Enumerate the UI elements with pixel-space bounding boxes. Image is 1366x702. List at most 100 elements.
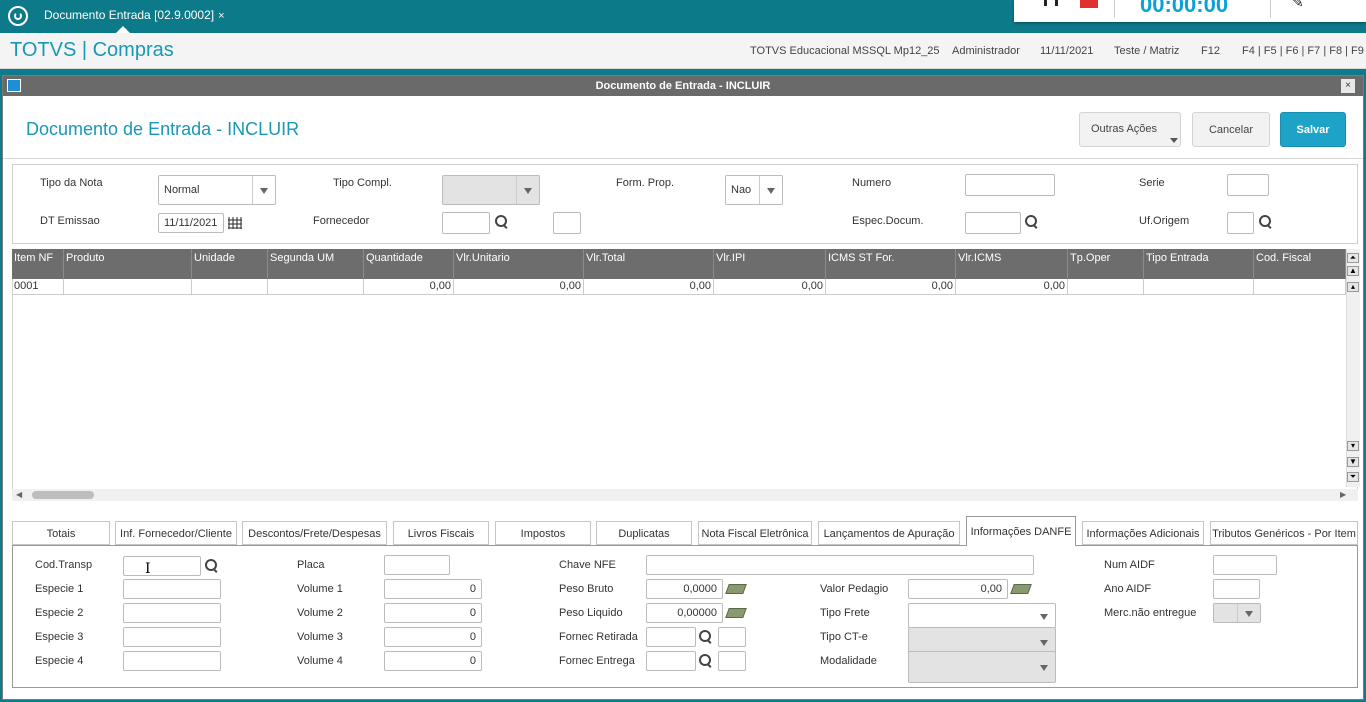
- volume-2-input[interactable]: 0: [384, 603, 482, 623]
- search-icon[interactable]: [1025, 215, 1039, 229]
- search-icon[interactable]: [699, 630, 713, 644]
- tab-totais[interactable]: Totais: [12, 521, 110, 545]
- merc-nao-entregue-select[interactable]: [1213, 603, 1261, 623]
- search-icon[interactable]: [1259, 215, 1273, 229]
- scroll-page-up-icon[interactable]: ▲: [1347, 266, 1359, 276]
- form-prop-select[interactable]: Nao: [725, 175, 783, 205]
- modalidade-select[interactable]: [908, 651, 1056, 683]
- tab-informacoes-danfe[interactable]: Informações DANFE: [966, 516, 1076, 546]
- scroll-top-icon[interactable]: ⏶: [1347, 253, 1359, 263]
- grid-cell[interactable]: 0,00: [454, 279, 584, 295]
- grid-cell[interactable]: 0,00: [364, 279, 454, 295]
- grid-cell[interactable]: 0001: [12, 279, 64, 295]
- totvs-logo-icon[interactable]: [8, 6, 28, 26]
- chave-nfe-input[interactable]: [646, 555, 1034, 575]
- grid-column-header[interactable]: Vlr.ICMS: [956, 249, 1068, 279]
- money-icon[interactable]: [725, 608, 747, 618]
- especie-4-input[interactable]: [123, 651, 221, 671]
- search-icon[interactable]: [205, 559, 219, 573]
- fornec-retirada-loja-input[interactable]: [718, 627, 746, 647]
- tab-tributos-genericos[interactable]: Tributos Genéricos - Por Item: [1210, 521, 1358, 545]
- grid-column-header[interactable]: Produto: [64, 249, 192, 279]
- valor-pedagio-input[interactable]: 0,00: [908, 579, 1008, 599]
- grid-cell[interactable]: [1254, 279, 1346, 295]
- more-actions-button[interactable]: Outras Ações: [1079, 112, 1181, 147]
- grid-cell[interactable]: 0,00: [714, 279, 826, 295]
- grid-cell[interactable]: [64, 279, 192, 295]
- tipo-frete-select[interactable]: [908, 603, 1056, 628]
- pause-icon[interactable]: [1044, 0, 1058, 6]
- especie-2-input[interactable]: [123, 603, 221, 623]
- scroll-up-icon[interactable]: ▴: [1347, 282, 1359, 292]
- help-key[interactable]: F12: [1201, 45, 1220, 57]
- placa-input[interactable]: [384, 555, 450, 575]
- tab-nota-fiscal-eletronica[interactable]: Nota Fiscal Eletrônica: [698, 521, 812, 545]
- scroll-left-icon[interactable]: ◀: [16, 490, 22, 499]
- scroll-right-icon[interactable]: ▶: [1340, 490, 1346, 499]
- tab-duplicatas[interactable]: Duplicatas: [596, 521, 692, 545]
- serie-input[interactable]: [1227, 174, 1269, 196]
- fornecedor-input[interactable]: [442, 212, 490, 234]
- peso-liquido-input[interactable]: 0,00000: [646, 603, 723, 623]
- tab-descontos[interactable]: Descontos/Frete/Despesas: [242, 521, 387, 545]
- grid-column-header[interactable]: Item NF: [12, 249, 64, 279]
- fornecedor-loja-input[interactable]: [553, 212, 581, 234]
- tab-lancamentos[interactable]: Lançamentos de Apuração: [818, 521, 960, 545]
- grid-cell[interactable]: [1068, 279, 1144, 295]
- grid-column-header[interactable]: Segunda UM: [268, 249, 364, 279]
- numero-input[interactable]: [965, 174, 1055, 196]
- fornec-retirada-input[interactable]: [646, 627, 696, 647]
- volume-4-input[interactable]: 0: [384, 651, 482, 671]
- grid-column-header[interactable]: Vlr.IPI: [714, 249, 826, 279]
- grid-column-header[interactable]: ICMS ST For.: [826, 249, 956, 279]
- grid-column-header[interactable]: Vlr.Total: [584, 249, 714, 279]
- ano-aidf-input[interactable]: [1213, 579, 1260, 599]
- calendar-icon[interactable]: [228, 217, 242, 229]
- scroll-bottom-icon[interactable]: ⏷: [1347, 472, 1359, 482]
- tab-inf-fornecedor[interactable]: Inf. Fornecedor/Cliente: [115, 521, 237, 545]
- cod-transp-input[interactable]: [123, 556, 201, 576]
- scroll-page-down-icon[interactable]: ▼: [1347, 457, 1359, 467]
- grid-column-header[interactable]: Tp.Oper: [1068, 249, 1144, 279]
- grid-cell[interactable]: [192, 279, 268, 295]
- grid-horizontal-scrollbar[interactable]: [12, 489, 1358, 501]
- grid-column-header[interactable]: Tipo Entrada: [1144, 249, 1254, 279]
- money-icon[interactable]: [725, 584, 747, 594]
- dt-emissao-input[interactable]: 11/11/2021: [158, 213, 224, 233]
- especie-1-input[interactable]: [123, 579, 221, 599]
- tab-informacoes-adicionais[interactable]: Informações Adicionais: [1082, 521, 1204, 545]
- money-icon[interactable]: [1010, 584, 1032, 594]
- tipo-compl-select[interactable]: [442, 175, 540, 205]
- grid-column-header[interactable]: Unidade: [192, 249, 268, 279]
- cancel-button[interactable]: Cancelar: [1192, 112, 1270, 147]
- grid-cell[interactable]: [1144, 279, 1254, 295]
- espec-docum-input[interactable]: [965, 212, 1021, 234]
- grid-cell[interactable]: 0,00: [826, 279, 956, 295]
- volume-3-input[interactable]: 0: [384, 627, 482, 647]
- pen-icon[interactable]: ✎: [1292, 0, 1304, 11]
- scroll-down-icon[interactable]: ▾: [1347, 441, 1359, 451]
- fornec-entrega-input[interactable]: [646, 651, 696, 671]
- especie-3-input[interactable]: [123, 627, 221, 647]
- grid-column-header[interactable]: Cod. Fiscal: [1254, 249, 1346, 279]
- tipo-nota-select[interactable]: Normal: [158, 175, 276, 205]
- company-label[interactable]: Teste / Matriz: [1114, 45, 1179, 57]
- tab-impostos[interactable]: Impostos: [495, 521, 591, 545]
- grid-cell[interactable]: [268, 279, 364, 295]
- uf-origem-input[interactable]: [1227, 212, 1254, 234]
- document-tab[interactable]: Documento Entrada [02.9.0002] ×: [36, 4, 233, 26]
- grid-cell[interactable]: 0,00: [956, 279, 1068, 295]
- num-aidf-input[interactable]: [1213, 555, 1277, 575]
- search-icon[interactable]: [495, 215, 509, 229]
- horizontal-scroll-thumb[interactable]: [32, 491, 94, 499]
- grid-column-header[interactable]: Vlr.Unitario: [454, 249, 584, 279]
- stop-icon[interactable]: [1080, 0, 1098, 8]
- fornec-entrega-loja-input[interactable]: [718, 651, 746, 671]
- shortcut-keys[interactable]: F4 | F5 | F6 | F7 | F8 | F9: [1242, 45, 1364, 57]
- tab-livros-fiscais[interactable]: Livros Fiscais: [393, 521, 489, 545]
- grid-cell[interactable]: 0,00: [584, 279, 714, 295]
- save-button[interactable]: Salvar: [1280, 112, 1346, 147]
- grid-column-header[interactable]: Quantidade: [364, 249, 454, 279]
- peso-bruto-input[interactable]: 0,0000: [646, 579, 723, 599]
- tab-close-icon[interactable]: ×: [218, 10, 224, 22]
